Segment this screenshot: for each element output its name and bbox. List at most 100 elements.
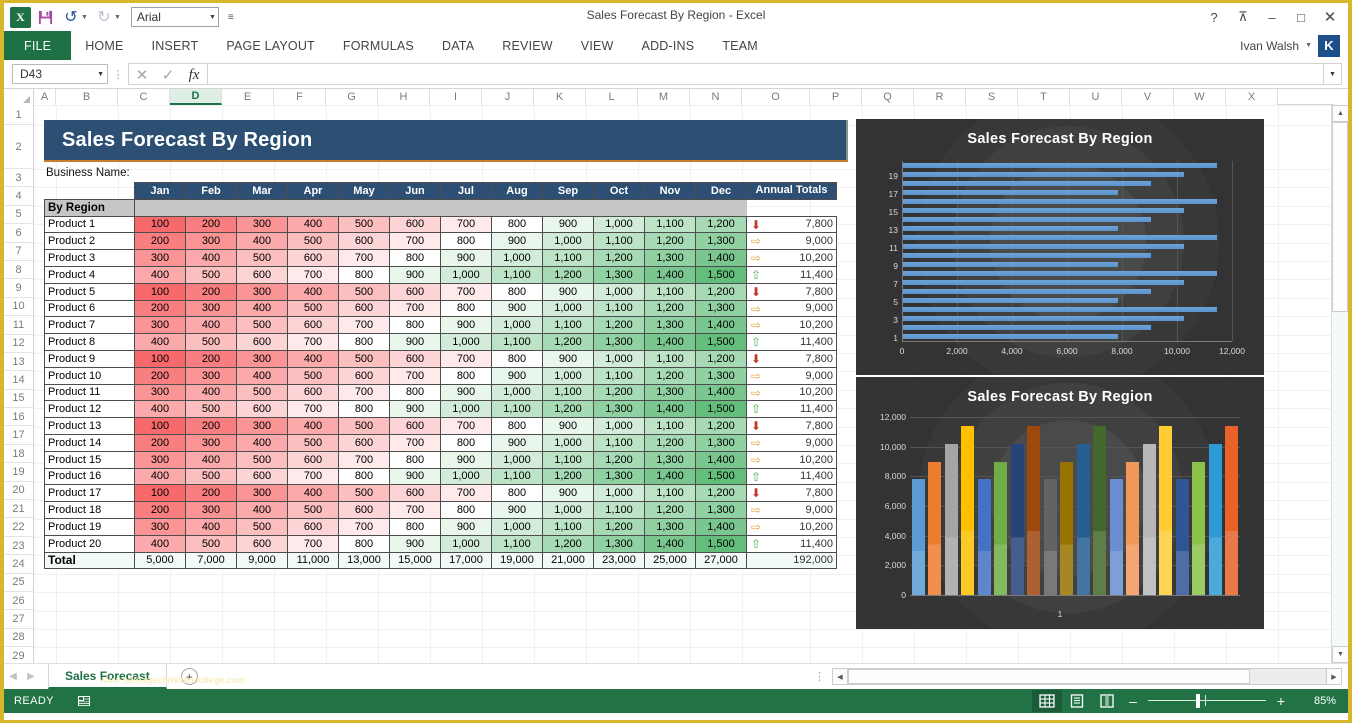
forecast-cell[interactable]: 300 <box>236 349 288 368</box>
forecast-cell[interactable]: 1,200 <box>644 232 696 251</box>
forecast-cell[interactable]: 1,100 <box>593 433 645 452</box>
row-header-2[interactable]: 2 <box>4 125 33 169</box>
forecast-cell[interactable]: 1,200 <box>542 400 594 419</box>
tab-insert[interactable]: INSERT <box>138 31 213 60</box>
row-header-12[interactable]: 12 <box>4 335 33 353</box>
forecast-cell[interactable]: 300 <box>185 501 237 519</box>
forecast-cell[interactable]: 900 <box>542 349 594 368</box>
forecast-cell[interactable]: 500 <box>287 501 339 519</box>
help-icon[interactable]: ? <box>1200 4 1228 30</box>
forecast-cell[interactable]: 1,200 <box>542 467 594 486</box>
forecast-cell[interactable]: 700 <box>440 282 492 301</box>
zoom-in-button[interactable]: + <box>1270 693 1292 709</box>
row-header-11[interactable]: 11 <box>4 316 33 335</box>
normal-view-icon[interactable] <box>1032 690 1062 712</box>
forecast-cell[interactable]: 1,000 <box>542 299 594 318</box>
forecast-cell[interactable]: 900 <box>440 383 492 402</box>
forecast-cell[interactable]: 300 <box>185 232 237 251</box>
forecast-cell[interactable]: 200 <box>134 366 186 385</box>
scroll-left-icon[interactable]: ◀ <box>832 668 848 685</box>
forecast-cell[interactable]: 700 <box>338 450 390 469</box>
table-row[interactable]: Product 1 100 200 300 400 500 600 700 800 900 1,00… <box>44 215 837 234</box>
tab-review[interactable]: REVIEW <box>488 31 567 60</box>
page-layout-view-icon[interactable] <box>1062 690 1092 712</box>
forecast-cell[interactable]: 200 <box>134 232 186 251</box>
forecast-cell[interactable]: 600 <box>338 501 390 519</box>
row-header-20[interactable]: 20 <box>4 482 33 501</box>
forecast-cell[interactable]: 1,000 <box>542 433 594 452</box>
forecast-cell[interactable]: 500 <box>185 400 237 419</box>
forecast-cell[interactable]: 500 <box>185 265 237 284</box>
row-header-23[interactable]: 23 <box>4 537 33 556</box>
forecast-cell[interactable]: 1,000 <box>491 450 543 469</box>
row-header-28[interactable]: 28 <box>4 629 33 648</box>
forecast-cell[interactable]: 800 <box>338 265 390 284</box>
forecast-cell[interactable]: 1,000 <box>593 484 645 503</box>
forecast-cell[interactable]: 1,200 <box>644 366 696 385</box>
table-row[interactable]: Product 11 300 400 500 600 700 800 900 1,000 1,10… <box>44 383 837 402</box>
row-header-15[interactable]: 15 <box>4 390 33 409</box>
row-header-9[interactable]: 9 <box>4 279 33 298</box>
table-row[interactable]: Product 14 200 300 400 500 600 700 800 900 1,000 1… <box>44 433 837 452</box>
forecast-cell[interactable]: 1,100 <box>644 282 696 301</box>
scroll-right-icon[interactable]: ▶ <box>1326 668 1342 685</box>
forecast-cell[interactable]: 1,400 <box>695 517 747 536</box>
forecast-cell[interactable]: 1,300 <box>644 316 696 335</box>
column-header-P[interactable]: P <box>810 89 862 105</box>
forecast-cell[interactable]: 200 <box>185 282 237 301</box>
forecast-cell[interactable]: 400 <box>236 366 288 385</box>
forecast-cell[interactable]: 100 <box>134 417 186 435</box>
forecast-cell[interactable]: 1,000 <box>542 232 594 251</box>
forecast-cell[interactable]: 1,100 <box>491 400 543 419</box>
scroll-up-icon[interactable]: ▲ <box>1332 105 1348 122</box>
forecast-cell[interactable]: 1,200 <box>542 534 594 553</box>
forecast-cell[interactable]: 400 <box>185 450 237 469</box>
forecast-cell[interactable]: 1,000 <box>542 501 594 519</box>
forecast-cell[interactable]: 600 <box>287 450 339 469</box>
forecast-cell[interactable]: 400 <box>134 333 186 351</box>
forecast-cell[interactable]: 1,300 <box>593 333 645 351</box>
forecast-cell[interactable]: 1,000 <box>491 249 543 267</box>
forecast-cell[interactable]: 800 <box>491 282 543 301</box>
forecast-cell[interactable]: 500 <box>236 316 288 335</box>
forecast-cell[interactable]: 900 <box>542 484 594 503</box>
table-row[interactable]: Product 18 200 300 400 500 600 700 800 900 1,000 1… <box>44 501 837 519</box>
forecast-cell[interactable]: 800 <box>491 349 543 368</box>
tab-split-handle[interactable]: ⋮ <box>814 670 825 683</box>
column-header-C[interactable]: C <box>118 89 170 105</box>
forecast-cell[interactable]: 1,000 <box>542 366 594 385</box>
column-header-X[interactable]: X <box>1226 89 1278 105</box>
forecast-cell[interactable]: 900 <box>542 282 594 301</box>
forecast-cell[interactable]: 800 <box>389 517 441 536</box>
table-row[interactable]: Product 3 300 400 500 600 700 800 900 1,000 1,100… <box>44 249 837 267</box>
forecast-cell[interactable]: 600 <box>389 215 441 234</box>
row-header-4[interactable]: 4 <box>4 187 33 206</box>
select-all-button[interactable] <box>4 89 34 105</box>
record-macro-icon[interactable] <box>76 694 92 708</box>
forecast-cell[interactable]: 500 <box>236 383 288 402</box>
forecast-cell[interactable]: 700 <box>287 265 339 284</box>
forecast-cell[interactable]: 1,300 <box>593 265 645 284</box>
minimize-icon[interactable]: – <box>1258 4 1286 30</box>
forecast-cell[interactable]: 300 <box>134 383 186 402</box>
forecast-cell[interactable]: 700 <box>440 484 492 503</box>
forecast-cell[interactable]: 1,000 <box>491 316 543 335</box>
forecast-cell[interactable]: 1,000 <box>440 265 492 284</box>
forecast-cell[interactable]: 800 <box>389 383 441 402</box>
column-header-O[interactable]: O <box>742 89 810 105</box>
forecast-cell[interactable]: 1,100 <box>542 517 594 536</box>
forecast-cell[interactable]: 1,500 <box>695 467 747 486</box>
table-row[interactable]: Product 19 300 400 500 600 700 800 900 1,000 1,10… <box>44 517 837 536</box>
forecast-cell[interactable]: 600 <box>287 316 339 335</box>
close-icon[interactable]: ✕ <box>1316 4 1344 30</box>
forecast-cell[interactable]: 800 <box>440 232 492 251</box>
row-header-6[interactable]: 6 <box>4 224 33 243</box>
forecast-cell[interactable]: 400 <box>287 215 339 234</box>
forecast-cell[interactable]: 900 <box>389 400 441 419</box>
forecast-cell[interactable]: 600 <box>338 433 390 452</box>
forecast-cell[interactable]: 600 <box>287 249 339 267</box>
forecast-cell[interactable]: 400 <box>185 517 237 536</box>
forecast-cell[interactable]: 800 <box>440 366 492 385</box>
forecast-cell[interactable]: 1,200 <box>593 249 645 267</box>
table-row[interactable]: Product 8 400 500 600 700 800 900 1,000 1,100 1,2… <box>44 333 837 351</box>
